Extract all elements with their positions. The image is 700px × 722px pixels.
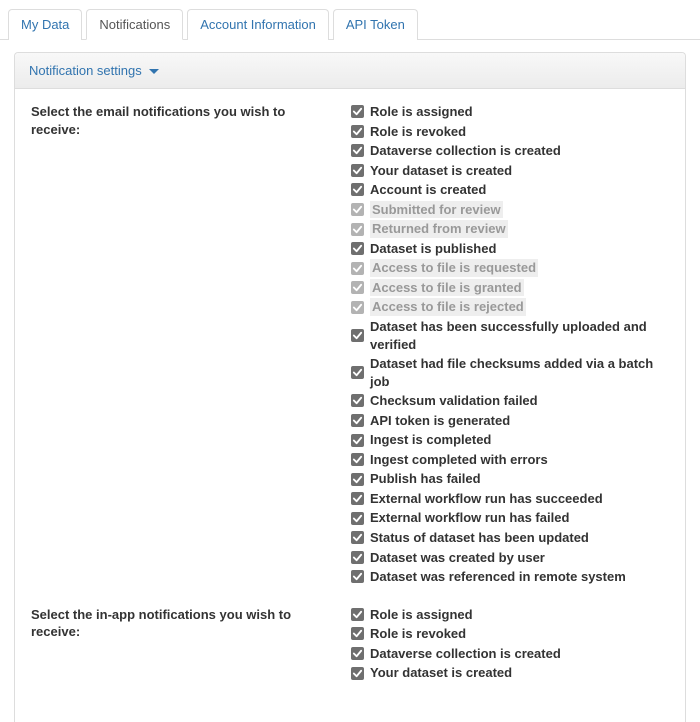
email-option: Role is revoked	[351, 123, 669, 141]
email-option: Access to file is rejected	[351, 298, 669, 316]
inapp-option: Role is assigned	[351, 606, 669, 624]
option-label: Ingest completed with errors	[370, 451, 548, 469]
inapp-option: Your dataset is created	[351, 664, 669, 682]
email-option: Dataverse collection is created	[351, 142, 669, 160]
email-option: Publish has failed	[351, 470, 669, 488]
email-option: Dataset is published	[351, 240, 669, 258]
option-label: Access to file is requested	[370, 259, 538, 277]
email-option: Dataset was referenced in remote system	[351, 568, 669, 586]
option-label: Dataset was created by user	[370, 549, 545, 567]
inapp-section: Select the in-app notifications you wish…	[31, 606, 669, 684]
option-label: External workflow run has failed	[370, 509, 569, 527]
option-label: Checksum validation failed	[370, 392, 538, 410]
checkbox	[351, 203, 364, 216]
option-label: External workflow run has succeeded	[370, 490, 603, 508]
email-section: Select the email notifications you wish …	[31, 103, 669, 588]
checkbox	[351, 223, 364, 236]
email-option: Dataset was created by user	[351, 549, 669, 567]
checkbox[interactable]	[351, 647, 364, 660]
checkbox[interactable]	[351, 608, 364, 621]
email-option: External workflow run has succeeded	[351, 490, 669, 508]
email-option: Dataset has been successfully uploaded a…	[351, 318, 669, 353]
email-options: Role is assigned Role is revokedDataverse…	[351, 103, 669, 588]
checkbox[interactable]	[351, 164, 364, 177]
email-option: External workflow run has failed	[351, 509, 669, 527]
checkbox[interactable]	[351, 473, 364, 486]
chevron-down-icon	[149, 69, 159, 74]
tab-account-information[interactable]: Account Information	[187, 9, 329, 40]
checkbox[interactable]	[351, 183, 364, 196]
email-option: Ingest completed with errors	[351, 451, 669, 469]
checkbox[interactable]	[351, 551, 364, 564]
email-option: Status of dataset has been updated	[351, 529, 669, 547]
tab-api-token[interactable]: API Token	[333, 9, 418, 40]
checkbox[interactable]	[351, 414, 364, 427]
checkbox[interactable]	[351, 329, 364, 342]
option-label: Dataverse collection is created	[370, 645, 561, 663]
email-option: Account is created	[351, 181, 669, 199]
inapp-section-label: Select the in-app notifications you wish…	[31, 606, 331, 684]
checkbox	[351, 281, 364, 294]
email-option: Ingest is completed	[351, 431, 669, 449]
checkbox[interactable]	[351, 531, 364, 544]
email-option: Returned from review	[351, 220, 669, 238]
checkbox[interactable]	[351, 242, 364, 255]
option-label: Publish has failed	[370, 470, 481, 488]
tab-notifications[interactable]: Notifications	[86, 9, 183, 40]
email-section-label: Select the email notifications you wish …	[31, 103, 331, 588]
checkbox[interactable]	[351, 366, 364, 379]
email-option: Role is assigned	[351, 103, 669, 121]
checkbox[interactable]	[351, 144, 364, 157]
option-label: Role is assigned	[370, 103, 473, 121]
option-label: API token is generated	[370, 412, 510, 430]
panel-title: Notification settings	[29, 63, 142, 78]
checkbox[interactable]	[351, 394, 364, 407]
checkbox[interactable]	[351, 434, 364, 447]
option-label: Role is assigned	[370, 606, 473, 624]
checkbox	[351, 301, 364, 314]
option-label: Role is revoked	[370, 123, 466, 141]
option-label: Your dataset is created	[370, 664, 512, 682]
checkbox[interactable]	[351, 627, 364, 640]
email-option: Access to file is requested	[351, 259, 669, 277]
email-option: Dataset had file checksums added via a b…	[351, 355, 669, 390]
checkbox[interactable]	[351, 667, 364, 680]
option-label: Account is created	[370, 181, 486, 199]
option-label: Status of dataset has been updated	[370, 529, 589, 547]
panel-header[interactable]: Notification settings	[15, 53, 685, 89]
option-label: Access to file is granted	[370, 279, 524, 297]
checkbox[interactable]	[351, 105, 364, 118]
option-label: Dataverse collection is created	[370, 142, 561, 160]
checkbox[interactable]	[351, 570, 364, 583]
email-option: Checksum validation failed	[351, 392, 669, 410]
option-label: Ingest is completed	[370, 431, 491, 449]
option-label: Role is revoked	[370, 625, 466, 643]
option-label: Returned from review	[370, 220, 508, 238]
inapp-option: Role is revoked	[351, 625, 669, 643]
inapp-option: Dataverse collection is created	[351, 645, 669, 663]
email-option: Your dataset is created	[351, 162, 669, 180]
email-option: Submitted for review	[351, 201, 669, 219]
inapp-options: Role is assignedRole is revoked Dataverse…	[351, 606, 669, 684]
checkbox	[351, 262, 364, 275]
option-label: Your dataset is created	[370, 162, 512, 180]
checkbox[interactable]	[351, 512, 364, 525]
option-label: Dataset has been successfully uploaded a…	[370, 318, 669, 353]
tabs: My Data Notifications Account Informatio…	[0, 0, 700, 40]
option-label: Dataset was referenced in remote system	[370, 568, 626, 586]
checkbox[interactable]	[351, 453, 364, 466]
email-option: Access to file is granted	[351, 279, 669, 297]
tab-my-data[interactable]: My Data	[8, 9, 82, 40]
option-label: Access to file is rejected	[370, 298, 526, 316]
email-option: API token is generated	[351, 412, 669, 430]
option-label: Submitted for review	[370, 201, 503, 219]
notification-settings-panel: Notification settings Select the email n…	[14, 52, 686, 722]
option-label: Dataset had file checksums added via a b…	[370, 355, 669, 390]
panel-body: Select the email notifications you wish …	[15, 89, 685, 722]
option-label: Dataset is published	[370, 240, 496, 258]
checkbox[interactable]	[351, 492, 364, 505]
checkbox[interactable]	[351, 125, 364, 138]
